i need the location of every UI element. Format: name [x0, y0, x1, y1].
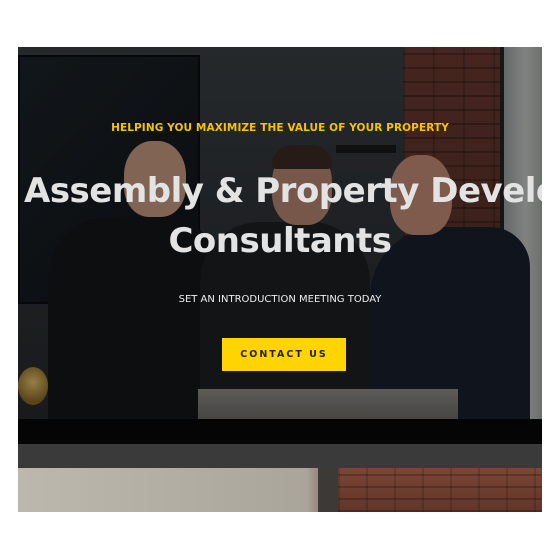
divider-black-band: [18, 419, 542, 444]
next-section-brick-wall: [338, 468, 542, 512]
contact-us-button[interactable]: CONTACT US: [222, 338, 346, 371]
hero-subline: SET AN INTRODUCTION MEETING TODAY: [178, 294, 382, 305]
hero-headline-line1: Assembly & Property Develop: [24, 171, 542, 211]
divider-grey-band: [18, 444, 542, 468]
hero-headline-line2: Consultants: [168, 221, 392, 261]
page-frame: HELPING YOU MAXIMIZE THE VALUE OF YOUR P…: [18, 47, 542, 512]
next-section-image: [18, 468, 542, 512]
hero-eyebrow: HELPING YOU MAXIMIZE THE VALUE OF YOUR P…: [111, 122, 449, 134]
hero-section: HELPING YOU MAXIMIZE THE VALUE OF YOUR P…: [18, 47, 542, 419]
next-section-post: [318, 468, 340, 512]
